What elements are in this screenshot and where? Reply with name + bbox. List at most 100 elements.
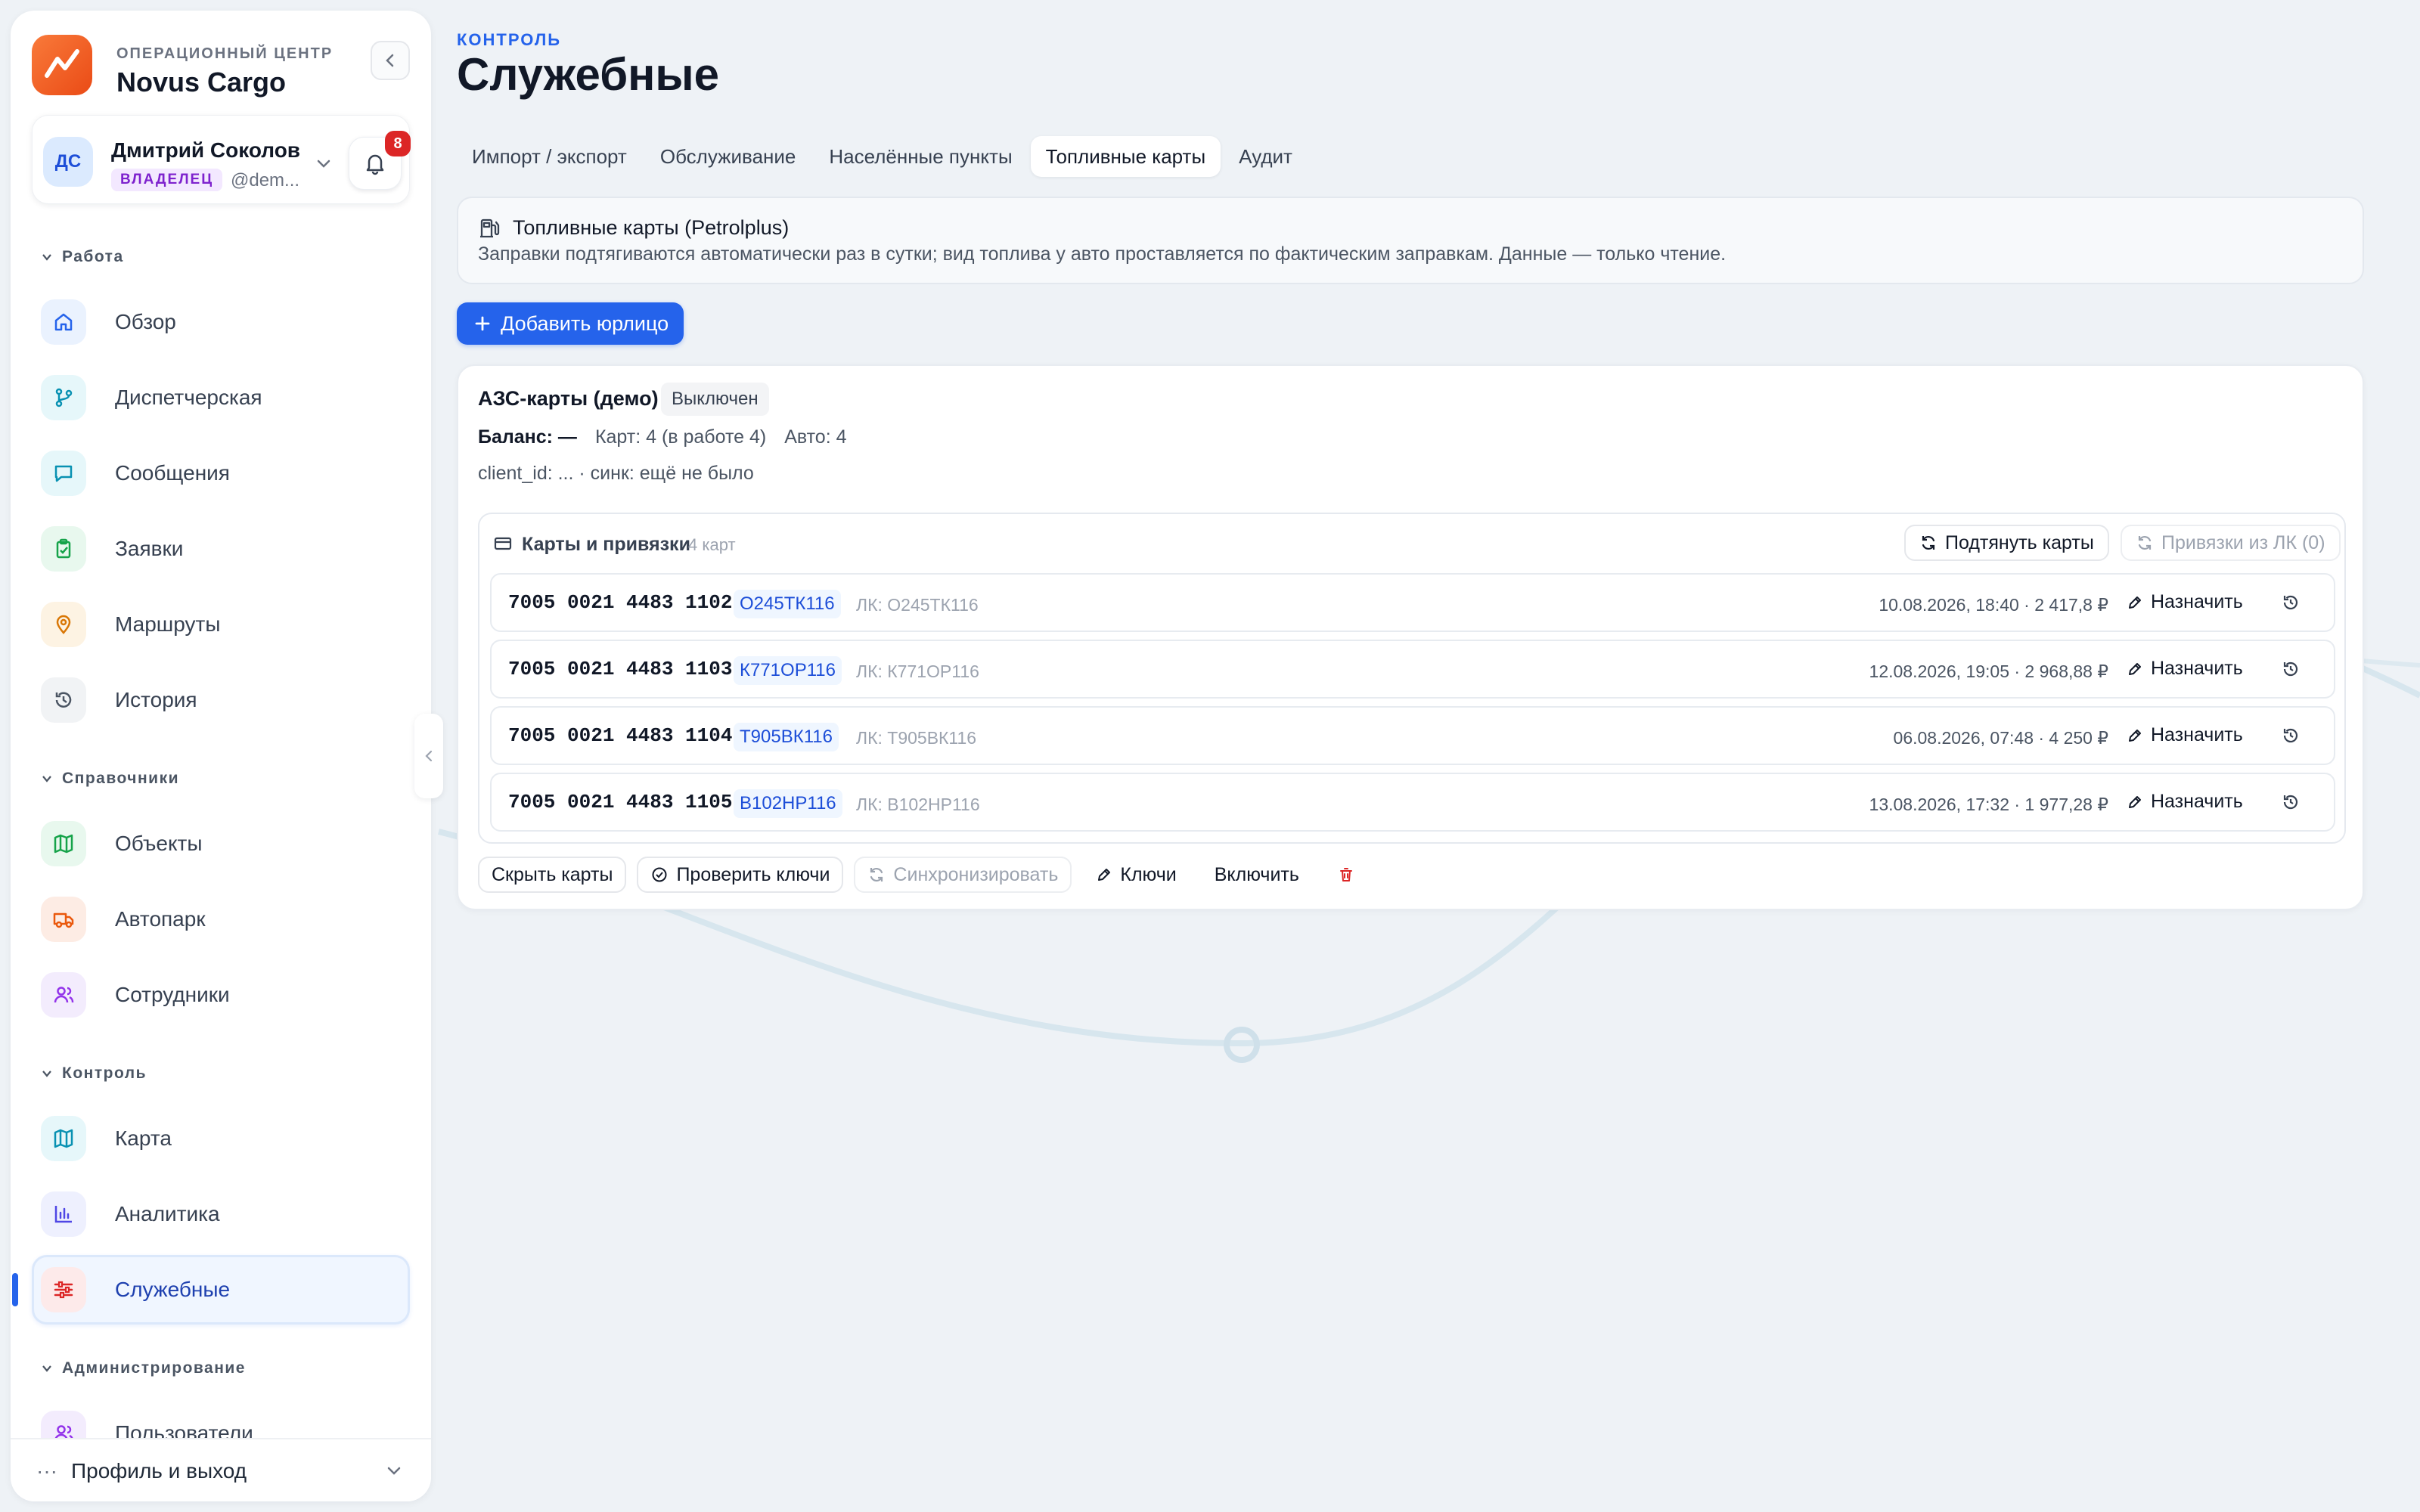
history-icon[interactable] — [2281, 659, 2301, 679]
profile-logout-label: Профиль и выход — [71, 1459, 247, 1483]
sidebar-item-service[interactable]: Служебные — [32, 1255, 410, 1325]
sidebar-item-routes[interactable]: Маршруты — [32, 590, 410, 659]
sidebar-item-history[interactable]: История — [32, 665, 410, 735]
active-indicator — [12, 1273, 18, 1306]
cards-count-badge: 4 карт — [688, 535, 736, 554]
history-icon — [41, 677, 86, 723]
bindings-from-lk-button[interactable]: Привязки из ЛК (0) — [2121, 525, 2341, 561]
section-title-admin[interactable]: Администрирование — [41, 1359, 246, 1377]
card-number: 7005 0021 4483 1104 — [508, 724, 733, 747]
refresh-icon — [2138, 536, 2152, 550]
autos-count: Авто: 4 — [784, 426, 847, 448]
pencil-icon — [1098, 869, 1111, 881]
last-refuel: 06.08.2026, 07:48 · 4 250 ₽ — [1893, 728, 2108, 748]
section-title-control[interactable]: Контроль — [41, 1064, 147, 1083]
lk-plate: ЛК: О245ТК116 — [856, 595, 979, 615]
sliders-icon — [41, 1267, 86, 1312]
vehicle-plate[interactable]: К771ОР116 — [734, 656, 842, 685]
check-keys-button[interactable]: Проверить ключи — [637, 857, 844, 893]
brand-subtitle: ОПЕРАЦИОННЫЙ ЦЕНТР — [116, 45, 334, 62]
pencil-icon — [2129, 795, 2141, 808]
assign-button[interactable]: Назначить — [2127, 591, 2243, 613]
sync-button[interactable]: Синхронизировать — [854, 857, 1072, 893]
fuel-card-provider-card: АЗС-карты (демо) Выключен Баланс: — Карт… — [457, 364, 2364, 910]
last-refuel: 10.08.2026, 18:40 · 2 417,8 ₽ — [1879, 595, 2108, 615]
tab-fuel-cards[interactable]: Топливные карты — [1030, 136, 1221, 177]
provider-meta: Баланс: — Карт: 4 (в работе 4) Авто: 4 — [478, 426, 847, 448]
users-icon — [41, 972, 86, 1018]
sidebar-item-objects[interactable]: Объекты — [32, 809, 410, 878]
refresh-icon — [1922, 536, 1935, 550]
sidebar-item-dispatch[interactable]: Диспетчерская — [32, 363, 410, 432]
add-legal-entity-button[interactable]: Добавить юрлицо — [457, 302, 684, 345]
chevron-down-icon — [42, 1070, 51, 1077]
provider-actions: Скрыть карты Проверить ключи Синхронизир… — [478, 856, 1379, 894]
chevron-down-icon — [42, 776, 51, 782]
fuel-pump-icon — [480, 218, 500, 238]
collapse-sidebar-button[interactable] — [371, 41, 410, 80]
map-icon — [41, 1116, 86, 1161]
sidebar-item-label: Обзор — [115, 310, 176, 333]
sidebar-item-label: Маршруты — [115, 612, 221, 636]
lk-plate: ЛК: В102НР116 — [856, 795, 980, 814]
section-title-work[interactable]: Работа — [41, 248, 124, 266]
sidebar-item-label: Карта — [115, 1126, 172, 1150]
tab-audit[interactable]: Аудит — [1224, 136, 1308, 177]
history-icon[interactable] — [2281, 726, 2301, 745]
table-row: 7005 0021 4483 1102 О245ТК116 ЛК: О245ТК… — [490, 573, 2335, 632]
bar-chart-icon — [41, 1191, 86, 1237]
pencil-icon — [2129, 596, 2141, 609]
tab-import-export[interactable]: Импорт / экспорт — [457, 136, 642, 177]
profile-logout-menu[interactable]: ··· Профиль и выход — [11, 1438, 431, 1501]
pencil-icon — [2129, 729, 2141, 742]
lk-plate: ЛК: К771ОР116 — [856, 662, 979, 681]
add-legal-entity-label: Добавить юрлицо — [501, 311, 669, 335]
cards-bindings-title: Карты и привязки — [522, 534, 690, 555]
sidebar-item-fleet[interactable]: Автопарк — [32, 885, 410, 954]
vehicle-plate[interactable]: О245ТК116 — [734, 590, 841, 618]
last-refuel: 12.08.2026, 19:05 · 2 968,88 ₽ — [1869, 662, 2108, 681]
cards-bindings-panel: Карты и привязки 4 карт Подтянуть карты … — [478, 513, 2346, 844]
assign-button[interactable]: Назначить — [2127, 658, 2243, 680]
sidebar-item-map[interactable]: Карта — [32, 1104, 410, 1173]
hide-cards-button[interactable]: Скрыть карты — [478, 857, 627, 893]
sidebar-item-label: Диспетчерская — [115, 386, 262, 409]
card-number: 7005 0021 4483 1105 — [508, 791, 733, 813]
chevron-down-icon[interactable] — [315, 155, 332, 172]
tab-maintenance[interactable]: Обслуживание — [645, 136, 811, 177]
sidebar-item-label: Заявки — [115, 537, 184, 560]
tab-settlements[interactable]: Населённые пункты — [814, 136, 1027, 177]
vehicle-plate[interactable]: Т905ВК116 — [734, 723, 839, 751]
sidebar-item-requests[interactable]: Заявки — [32, 514, 410, 584]
enable-button[interactable]: Включить — [1201, 857, 1313, 893]
history-icon[interactable] — [2281, 792, 2301, 812]
sidebar-item-staff[interactable]: Сотрудники — [32, 960, 410, 1030]
sidebar-item-analytics[interactable]: Аналитика — [32, 1179, 410, 1249]
sidebar-item-label: Автопарк — [115, 907, 206, 931]
section-title-references[interactable]: Справочники — [41, 770, 179, 788]
trash-icon — [1339, 868, 1352, 881]
assign-button[interactable]: Назначить — [2127, 724, 2243, 746]
map-icon — [41, 821, 86, 866]
vehicle-plate[interactable]: В102НР116 — [734, 789, 842, 818]
history-icon[interactable] — [2281, 593, 2301, 612]
pull-cards-button[interactable]: Подтянуть карты — [1904, 525, 2109, 561]
brand-title: Novus Cargo — [116, 67, 287, 98]
refresh-icon — [870, 868, 883, 881]
role-badge: ВЛАДЕЛЕЦ — [111, 169, 223, 191]
more-dots-icon: ··· — [36, 1459, 57, 1483]
sidebar-item-overview[interactable]: Обзор — [32, 287, 410, 357]
table-row: 7005 0021 4483 1104 Т905ВК116 ЛК: Т905ВК… — [490, 706, 2335, 765]
check-circle-icon — [652, 867, 667, 882]
avatar: ДС — [43, 137, 93, 187]
sidebar-edge-toggle[interactable] — [414, 714, 443, 798]
user-card[interactable]: ДС Дмитрий Соколов ВЛАДЕЛЕЦ @dem... 8 — [32, 115, 411, 204]
keys-button[interactable]: Ключи — [1082, 857, 1190, 893]
table-row: 7005 0021 4483 1103 К771ОР116 ЛК: К771ОР… — [490, 640, 2335, 699]
delete-button[interactable] — [1323, 857, 1369, 893]
message-icon — [41, 451, 86, 496]
assign-button[interactable]: Назначить — [2127, 791, 2243, 813]
info-title: Топливные карты (Petrolplus) — [513, 216, 790, 239]
sidebar-item-messages[interactable]: Сообщения — [32, 438, 410, 508]
client-sync-info: client_id: ... · синк: ещё не было — [478, 463, 754, 484]
